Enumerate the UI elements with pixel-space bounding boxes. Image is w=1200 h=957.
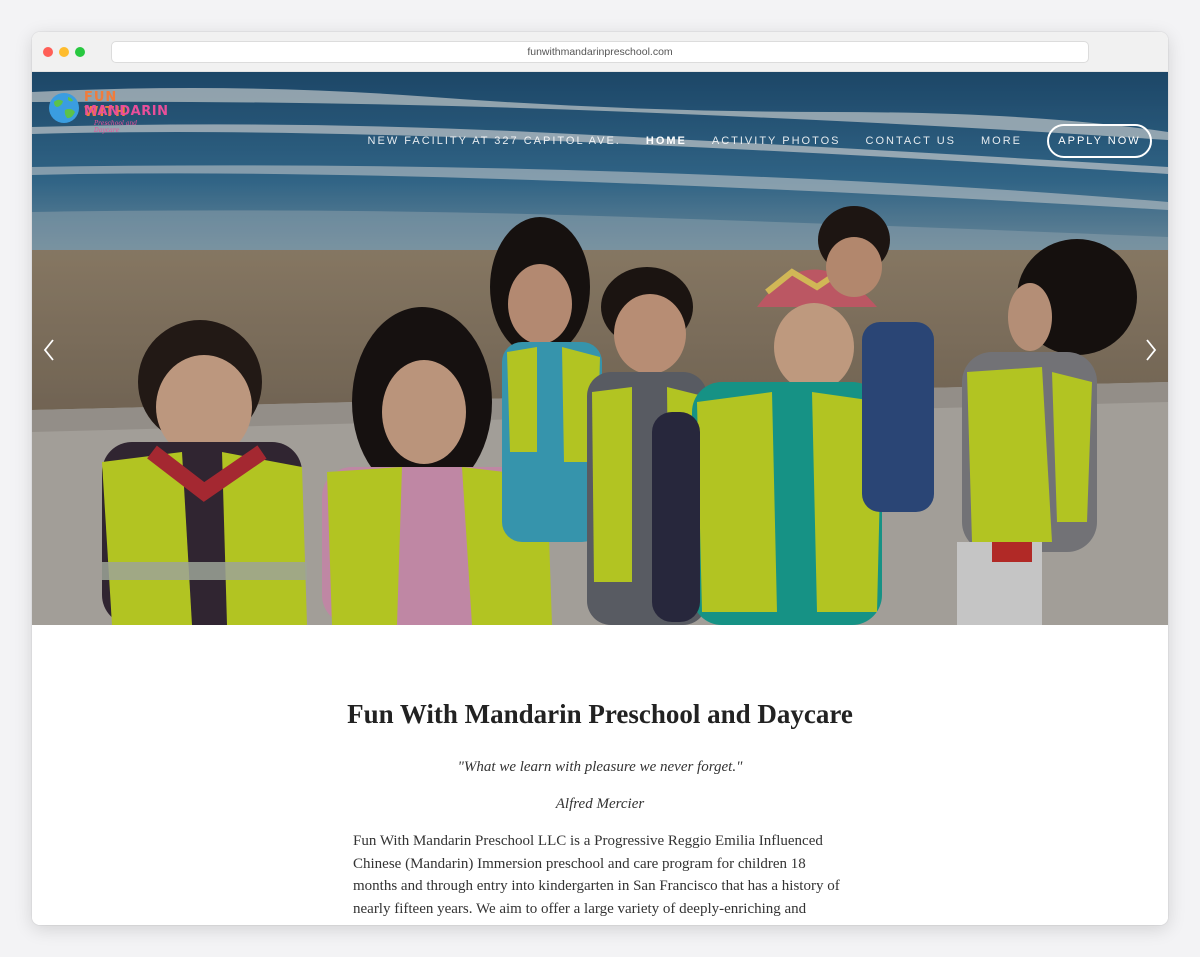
url-text: funwithmandarinpreschool.com	[527, 46, 673, 58]
logo-text-line2: MANDARIN	[84, 104, 169, 119]
nav-contact-us[interactable]: CONTACT US	[866, 135, 957, 147]
nav-more[interactable]: MORE	[981, 135, 1022, 147]
main-nav: NEW FACILITY AT 327 CAPITOL AVE. HOME AC…	[343, 124, 1152, 158]
intro-paragraph: Fun With Mandarin Preschool LLC is a Pro…	[353, 833, 840, 925]
apply-now-button[interactable]: APPLY NOW	[1047, 124, 1152, 158]
minimize-window-button[interactable]	[59, 47, 69, 57]
globe-icon	[49, 93, 79, 123]
logo-text-line3: Preschool and Daycare	[94, 120, 138, 134]
close-window-button[interactable]	[43, 47, 53, 57]
intro-section: Fun With Mandarin Preschool and Daycare …	[32, 625, 1168, 925]
quote-author: Alfred Mercier	[555, 796, 645, 812]
chevron-left-icon[interactable]	[41, 337, 57, 363]
nav-home[interactable]: HOME	[646, 135, 687, 147]
quote-text: "What we learn with pleasure we never fo…	[457, 759, 743, 775]
hero-slideshow: FUN WITH MANDARIN Preschool and Daycare …	[32, 72, 1168, 625]
browser-window: funwithmandarinpreschool.com FUN WITH MA…	[32, 32, 1168, 925]
address-bar[interactable]: funwithmandarinpreschool.com	[111, 41, 1089, 63]
site-logo[interactable]: FUN WITH MANDARIN Preschool and Daycare	[48, 90, 168, 134]
nav-new-facility[interactable]: NEW FACILITY AT 327 CAPITOL AVE.	[368, 135, 621, 147]
chevron-right-icon[interactable]	[1143, 337, 1159, 363]
browser-titlebar: funwithmandarinpreschool.com	[32, 32, 1168, 72]
nav-activity-photos[interactable]: ACTIVITY PHOTOS	[712, 135, 841, 147]
maximize-window-button[interactable]	[75, 47, 85, 57]
page-title: Fun With Mandarin Preschool and Daycare	[347, 699, 853, 729]
